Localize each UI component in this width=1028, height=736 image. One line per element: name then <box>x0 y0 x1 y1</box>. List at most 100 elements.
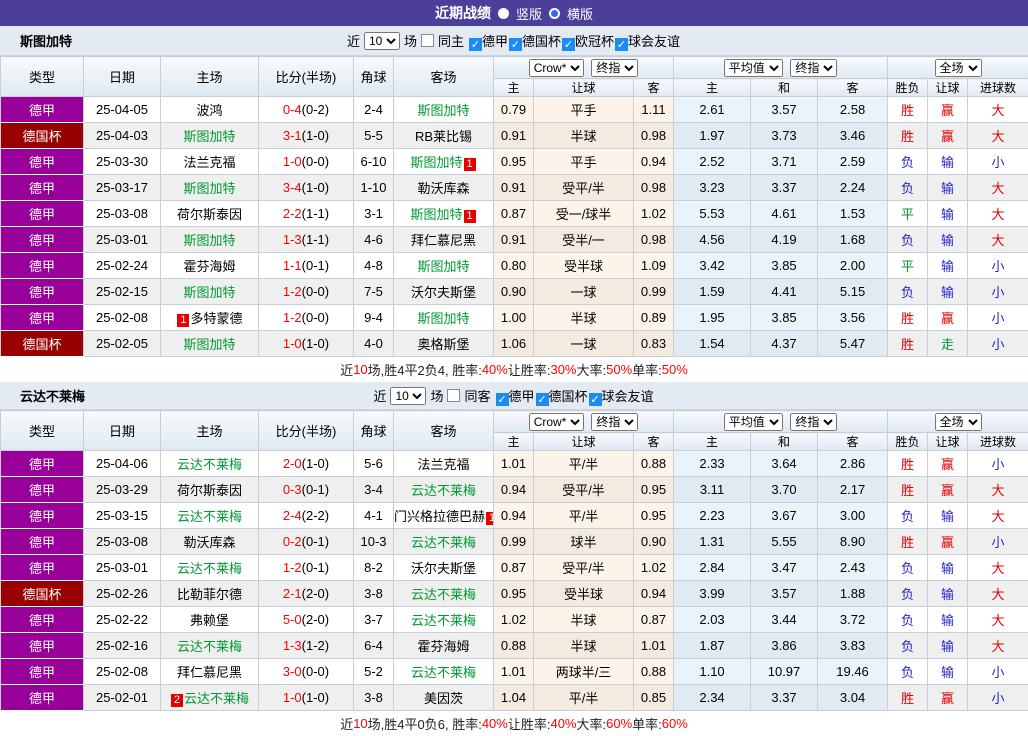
games-count-select[interactable]: 10 <box>364 32 400 50</box>
same-venue-checkbox[interactable] <box>421 34 434 47</box>
same-venue-label[interactable]: 同客 <box>464 386 490 405</box>
bookmaker-select[interactable]: Crow* <box>529 59 584 77</box>
euro-odds-cell: 2.24 <box>818 175 888 201</box>
league-checkbox[interactable]: ✓ <box>589 393 602 406</box>
final-odds-select-2[interactable]: 终指 <box>790 59 837 77</box>
horizontal-layout-label[interactable]: 横版 <box>567 4 593 23</box>
euro-odds-cell: 2.59 <box>818 149 888 175</box>
summary-segment: 单率: <box>632 360 662 379</box>
league-type-cell: 德甲 <box>1 97 84 123</box>
goals-result-cell: 大 <box>968 633 1028 659</box>
league-checkbox[interactable]: ✓ <box>562 38 575 51</box>
score-cell: 3-0(0-0) <box>259 659 354 685</box>
average-select[interactable]: 平均值 <box>724 59 783 77</box>
halftime-score: (2-0) <box>302 586 329 601</box>
same-venue-checkbox[interactable] <box>447 389 460 402</box>
asian-odds-cell: 1.11 <box>634 97 674 123</box>
goals-result-cell: 小 <box>968 685 1028 711</box>
summary-segment: 让胜率: <box>508 360 551 379</box>
fulltime-score: 1-1 <box>283 258 302 273</box>
corner-cell: 5-2 <box>354 659 394 685</box>
date-cell: 25-03-15 <box>84 503 161 529</box>
halftime-score: (0-2) <box>302 102 329 117</box>
games-label: 场 <box>404 31 417 50</box>
home-team-cell: 斯图加特 <box>161 331 259 357</box>
away-team-cell: 斯图加特 <box>394 97 494 123</box>
col-date: 日期 <box>84 411 161 451</box>
goals-result-cell: 小 <box>968 253 1028 279</box>
games-count-select[interactable]: 10 <box>390 387 426 405</box>
col-type: 类型 <box>1 411 84 451</box>
asian-odds-cell: 平手 <box>534 149 634 175</box>
scope-select[interactable]: 全场 <box>935 59 982 77</box>
final-odds-select-2[interactable]: 终指 <box>790 413 837 431</box>
average-select[interactable]: 平均值 <box>724 413 783 431</box>
match-row: 德国杯25-02-05斯图加特1-0(1-0)4-0奥格斯堡1.06一球0.83… <box>1 331 1028 357</box>
euro-odds-cell: 3.72 <box>818 607 888 633</box>
col-asian-away: 客 <box>634 79 674 97</box>
score-cell: 0-3(0-1) <box>259 477 354 503</box>
vertical-layout-label[interactable]: 竖版 <box>516 4 542 23</box>
home-team-cell: 拜仁慕尼黑 <box>161 659 259 685</box>
away-team-cell: 沃尔夫斯堡 <box>394 279 494 305</box>
euro-odds-cell: 2.17 <box>818 477 888 503</box>
goals-result-cell: 小 <box>968 451 1028 477</box>
asian-odds-cell: 0.88 <box>634 451 674 477</box>
vertical-layout-radio[interactable] <box>498 8 509 19</box>
home-team-cell: 波鸿 <box>161 97 259 123</box>
handicap-result-cell: 输 <box>928 633 968 659</box>
team-label: 斯图加特 <box>410 207 462 222</box>
league-checkbox-label[interactable]: 球会友谊 <box>628 34 680 49</box>
euro-odds-cell: 2.03 <box>674 607 751 633</box>
euro-odds-cell: 3.37 <box>751 685 818 711</box>
col-euro-away: 客 <box>818 79 888 97</box>
away-team-cell: 勒沃库森 <box>394 175 494 201</box>
league-checkbox-label[interactable]: 德甲 <box>509 389 535 404</box>
league-checkbox[interactable]: ✓ <box>615 38 628 51</box>
home-team-cell: 荷尔斯泰因 <box>161 477 259 503</box>
league-checkbox-label[interactable]: 欧冠杯 <box>575 34 614 49</box>
fulltime-score: 0-4 <box>283 102 302 117</box>
euro-odds-cell: 5.55 <box>751 529 818 555</box>
league-checkbox[interactable]: ✓ <box>496 393 509 406</box>
match-row: 德甲25-03-29荷尔斯泰因0-3(0-1)3-4云达不莱梅0.94受平/半0… <box>1 477 1028 503</box>
league-checkbox[interactable]: ✓ <box>509 38 522 51</box>
league-checkbox-label[interactable]: 球会友谊 <box>602 389 654 404</box>
league-checkbox-label[interactable]: 德甲 <box>482 34 508 49</box>
league-checkbox-label[interactable]: 德国杯 <box>522 34 561 49</box>
asian-odds-cell: 0.99 <box>494 529 534 555</box>
league-type-cell: 德甲 <box>1 477 84 503</box>
away-team-cell: 云达不莱梅 <box>394 659 494 685</box>
team-label: 法兰克福 <box>417 457 469 472</box>
asian-odds-cell: 受半/一 <box>534 227 634 253</box>
team-label: 门兴格拉德巴赫 <box>394 509 485 524</box>
date-cell: 25-02-26 <box>84 581 161 607</box>
home-team-cell: 2云达不莱梅 <box>161 685 259 711</box>
asian-odds-cell: 受半球 <box>534 581 634 607</box>
scope-select[interactable]: 全场 <box>935 413 982 431</box>
horizontal-layout-radio[interactable] <box>549 8 560 19</box>
corner-cell: 8-2 <box>354 555 394 581</box>
home-team-cell: 斯图加特 <box>161 227 259 253</box>
same-venue-label[interactable]: 同主 <box>438 31 464 50</box>
league-checkbox[interactable]: ✓ <box>536 393 549 406</box>
col-goals: 进球数 <box>968 79 1028 97</box>
league-type-cell: 德甲 <box>1 227 84 253</box>
home-team-cell: 勒沃库森 <box>161 529 259 555</box>
final-odds-select[interactable]: 终指 <box>591 59 638 77</box>
summary-segment: 近 <box>340 360 353 379</box>
col-score: 比分(半场) <box>259 57 354 97</box>
date-cell: 25-04-03 <box>84 123 161 149</box>
date-cell: 25-03-08 <box>84 529 161 555</box>
near-label: 近 <box>347 31 360 50</box>
league-checkbox-label[interactable]: 德国杯 <box>549 389 588 404</box>
score-cell: 2-0(1-0) <box>259 451 354 477</box>
bookmaker-select[interactable]: Crow* <box>529 413 584 431</box>
league-checkbox[interactable]: ✓ <box>469 38 482 51</box>
fulltime-score: 3-1 <box>283 128 302 143</box>
col-type: 类型 <box>1 57 84 97</box>
final-odds-select[interactable]: 终指 <box>591 413 638 431</box>
halftime-score: (1-0) <box>302 690 329 705</box>
team-label: 沃尔夫斯堡 <box>411 561 476 576</box>
match-row: 德甲25-02-16云达不莱梅1-3(1-2)6-4霍芬海姆0.88半球1.01… <box>1 633 1028 659</box>
